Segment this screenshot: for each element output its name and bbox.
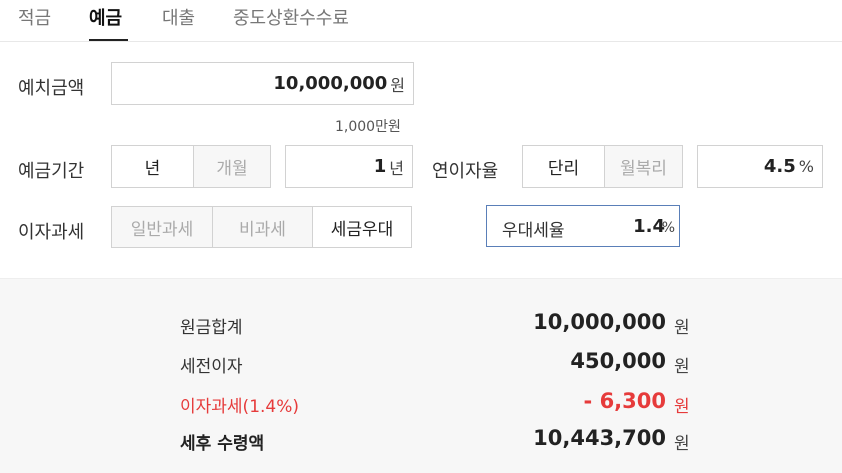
result-after-tax-label: 세후 수령액 xyxy=(180,434,265,454)
tab-loan[interactable]: 대출 xyxy=(162,4,195,30)
result-panel: 원금합계 10,000,000 원 세전이자 450,000 원 이자과세(1.… xyxy=(0,278,842,473)
tax-type-general[interactable]: 일반과세 xyxy=(112,207,212,247)
period-unit-toggle: 년 개월 xyxy=(111,145,271,188)
interest-type-simple[interactable]: 단리 xyxy=(523,146,604,187)
annual-rate-unit: % xyxy=(798,157,814,176)
interest-type-toggle: 단리 월복리 xyxy=(522,145,683,188)
result-interest-tax-value: - 6,300 xyxy=(583,389,666,413)
preferential-tax-rate-label: 우대세율 xyxy=(502,221,565,241)
result-principal-unit: 원 xyxy=(674,318,690,338)
tax-type-preferential[interactable]: 세금우대 xyxy=(312,207,411,247)
active-tab-indicator xyxy=(89,39,128,41)
result-pretax-interest-row: 세전이자 450,000 원 xyxy=(0,348,842,378)
result-after-tax-unit: 원 xyxy=(674,434,690,454)
interest-type-monthly-compound[interactable]: 월복리 xyxy=(604,146,682,187)
result-pretax-interest-label: 세전이자 xyxy=(180,357,243,377)
result-interest-tax-unit: 원 xyxy=(674,397,690,417)
deposit-amount-label: 예치금액 xyxy=(18,78,85,99)
period-unit-year[interactable]: 년 xyxy=(112,146,193,187)
result-principal-value: 10,000,000 xyxy=(533,310,666,334)
tab-deposit[interactable]: 예금 xyxy=(89,4,122,30)
result-after-tax-row: 세후 수령액 10,443,700 원 xyxy=(0,425,842,455)
result-interest-tax-row: 이자과세(1.4%) - 6,300 원 xyxy=(0,388,842,418)
deposit-amount-value: 10,000,000 xyxy=(273,73,388,94)
result-interest-tax-label: 이자과세(1.4%) xyxy=(180,397,300,417)
tax-type-exempt[interactable]: 비과세 xyxy=(212,207,312,247)
deposit-amount-unit: 원 xyxy=(390,75,405,95)
annual-rate-label: 연이자율 xyxy=(432,161,499,182)
deposit-amount-hint: 1,000만원 xyxy=(335,119,401,135)
interest-tax-label: 이자과세 xyxy=(18,222,85,243)
deposit-period-value: 1 xyxy=(373,156,387,177)
period-unit-month[interactable]: 개월 xyxy=(193,146,270,187)
preferential-tax-rate-input[interactable]: 우대세율 1.4 % xyxy=(486,205,680,247)
result-after-tax-value: 10,443,700 xyxy=(533,426,666,450)
result-principal-row: 원금합계 10,000,000 원 xyxy=(0,309,842,339)
tab-bar: 적금 예금 대출 중도상환수수료 xyxy=(0,0,842,42)
result-principal-label: 원금합계 xyxy=(180,318,243,338)
deposit-period-input[interactable]: 1 년 xyxy=(285,145,413,188)
deposit-period-label: 예금기간 xyxy=(18,161,85,182)
preferential-tax-rate-value: 1.4 xyxy=(633,216,665,237)
annual-rate-value: 4.5 xyxy=(763,156,796,177)
result-pretax-interest-unit: 원 xyxy=(674,357,690,377)
deposit-period-unit: 년 xyxy=(389,158,404,178)
result-pretax-interest-value: 450,000 xyxy=(570,349,666,373)
tab-savings[interactable]: 적금 xyxy=(18,4,51,30)
annual-rate-input[interactable]: 4.5 % xyxy=(697,145,823,188)
tax-type-toggle: 일반과세 비과세 세금우대 xyxy=(111,206,412,248)
deposit-amount-input[interactable]: 10,000,000 원 xyxy=(111,62,414,105)
tab-prepayment-fee[interactable]: 중도상환수수료 xyxy=(233,4,349,30)
preferential-tax-rate-unit: % xyxy=(661,220,675,236)
